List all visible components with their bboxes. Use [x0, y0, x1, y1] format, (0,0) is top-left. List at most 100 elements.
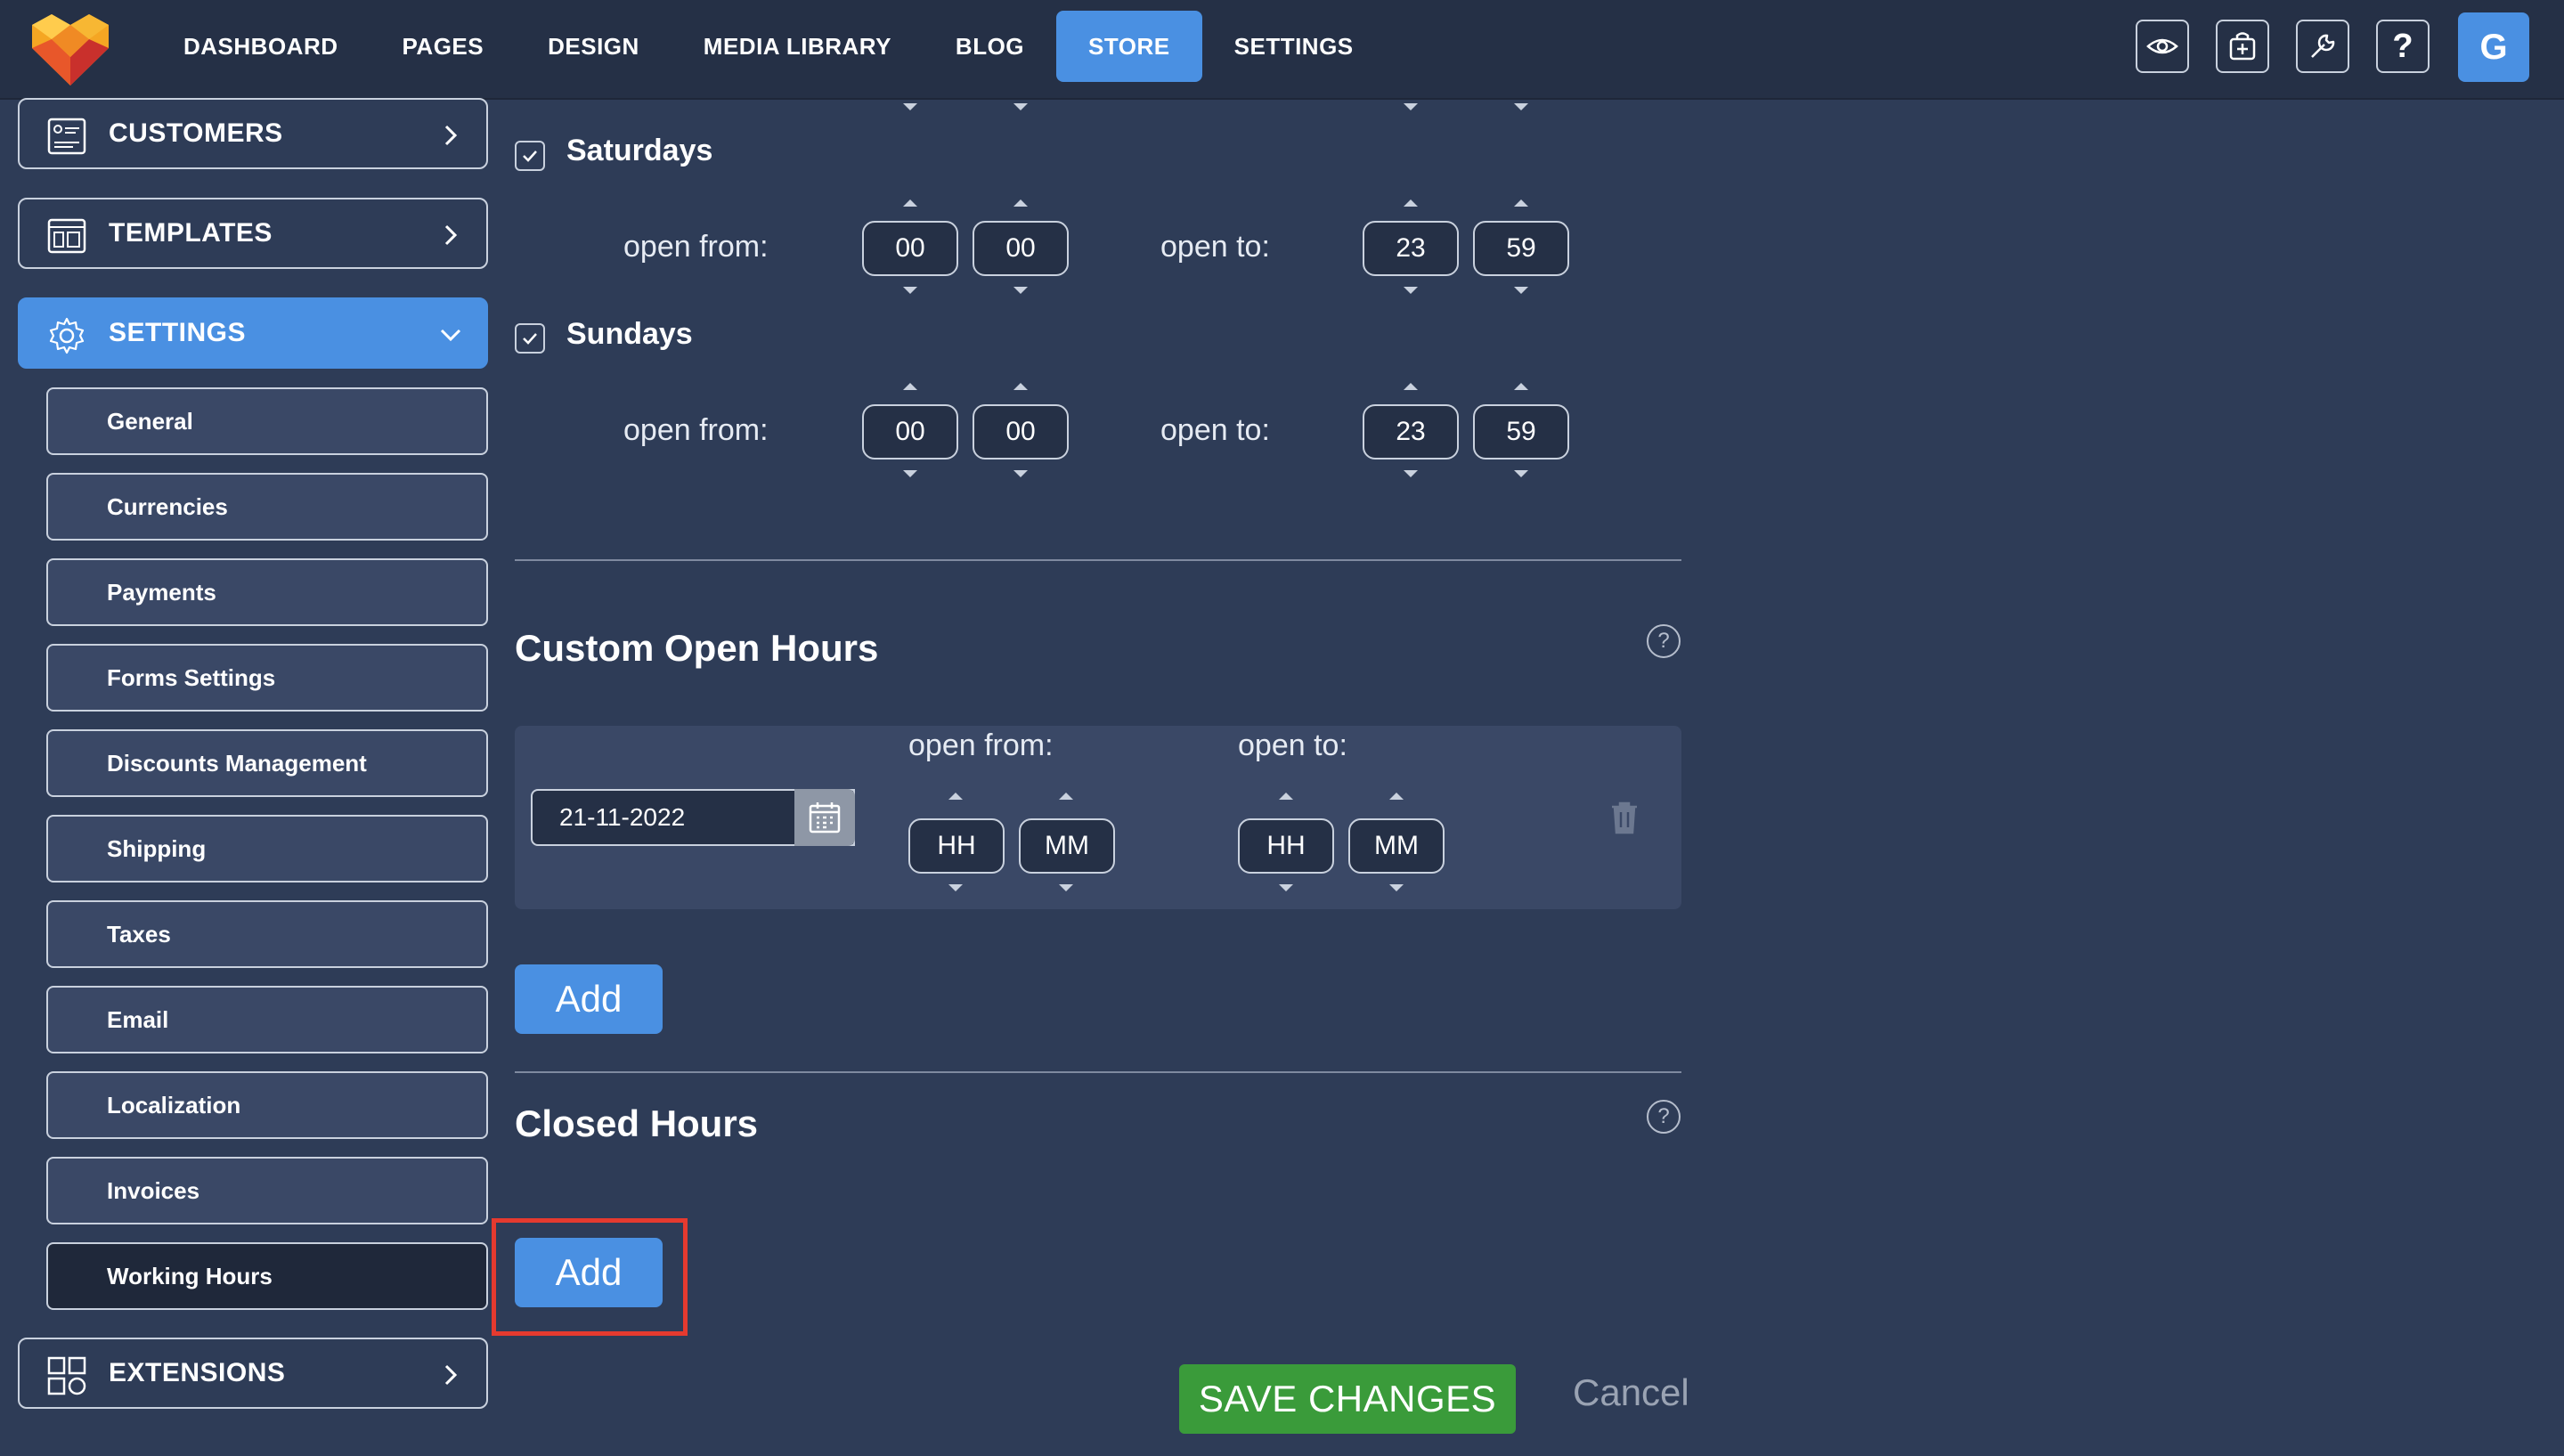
spinner-down-icon[interactable] — [1514, 287, 1528, 294]
spinner-up-icon[interactable] — [948, 793, 963, 800]
chevron-right-icon — [444, 224, 458, 246]
sidebar-sub-working-hours[interactable]: Working Hours — [46, 1242, 488, 1310]
sidebar-sub-forms-settings[interactable]: Forms Settings — [46, 644, 488, 712]
section-divider — [515, 1071, 1681, 1073]
sidebar-sub-email[interactable]: Email — [46, 986, 488, 1053]
sidebar-item-label: TEMPLATES — [109, 218, 273, 248]
store-add-button[interactable] — [2216, 20, 2269, 73]
cancel-button[interactable]: Cancel — [1573, 1371, 1689, 1414]
open-to-label: open to: — [1160, 230, 1270, 264]
sidebar-item-customers[interactable]: CUSTOMERS — [18, 98, 488, 169]
open-to-label: open to: — [1238, 728, 1347, 762]
help-button[interactable]: ? — [2376, 20, 2430, 73]
sidebar-sub-localization[interactable]: Localization — [46, 1071, 488, 1139]
sidebar-item-settings[interactable]: SETTINGS — [18, 297, 488, 369]
sidebar-sub-shipping[interactable]: Shipping — [46, 815, 488, 883]
nav-dashboard[interactable]: DASHBOARD — [151, 11, 370, 82]
spinner-up-icon[interactable] — [903, 199, 917, 207]
open-to-label: open to: — [1160, 413, 1270, 447]
spinner-down-icon[interactable] — [948, 884, 963, 891]
sundays-from-minute[interactable]: 00 — [973, 404, 1069, 460]
spinner-up-icon[interactable] — [1013, 383, 1028, 390]
sidebar-item-label: EXTENSIONS — [109, 1358, 286, 1387]
preview-button[interactable] — [2136, 20, 2189, 73]
spinner-down-icon[interactable] — [1013, 287, 1028, 294]
saturdays-from-minute[interactable]: 00 — [973, 221, 1069, 276]
gear-icon — [49, 317, 85, 354]
sundays-to-hour[interactable]: 23 — [1363, 404, 1459, 460]
spinner-up-icon[interactable] — [1514, 383, 1528, 390]
spinner-down-icon[interactable] — [1013, 103, 1028, 110]
spinner-up-icon[interactable] — [1404, 383, 1418, 390]
sidebar-sub-payments[interactable]: Payments — [46, 558, 488, 626]
avatar[interactable]: G — [2458, 12, 2529, 82]
help-icon[interactable]: ? — [1647, 624, 1681, 658]
spinner-down-icon[interactable] — [1514, 103, 1528, 110]
spinner-down-icon[interactable] — [1404, 287, 1418, 294]
spinner-down-icon[interactable] — [1404, 103, 1418, 110]
help-icon[interactable]: ? — [1647, 1100, 1681, 1134]
save-changes-button[interactable]: SAVE CHANGES — [1179, 1364, 1516, 1434]
nav-blog[interactable]: BLOG — [924, 11, 1056, 82]
sundays-checkbox[interactable] — [515, 323, 545, 354]
section-divider — [515, 559, 1681, 561]
top-bar: DASHBOARD PAGES DESIGN MEDIA LIBRARY BLO… — [0, 0, 2564, 100]
main-nav: DASHBOARD PAGES DESIGN MEDIA LIBRARY BLO… — [151, 11, 1386, 82]
nav-settings[interactable]: SETTINGS — [1202, 11, 1386, 82]
spinner-down-icon[interactable] — [1514, 470, 1528, 477]
custom-from-hour[interactable]: HH — [908, 818, 1005, 874]
spinner-up-icon[interactable] — [1013, 199, 1028, 207]
sidebar-sub-taxes[interactable]: Taxes — [46, 900, 488, 968]
spinner-up-icon[interactable] — [1404, 199, 1418, 207]
custom-to-hour[interactable]: HH — [1238, 818, 1334, 874]
spinner-down-icon[interactable] — [1059, 884, 1073, 891]
nav-pages[interactable]: PAGES — [370, 11, 517, 82]
spinner-up-icon[interactable] — [903, 383, 917, 390]
sundays-to-minute[interactable]: 59 — [1473, 404, 1569, 460]
saturdays-to-minute[interactable]: 59 — [1473, 221, 1569, 276]
spinner-down-icon[interactable] — [1013, 470, 1028, 477]
day-label-sundays: Sundays — [566, 317, 693, 351]
store-add-icon — [2229, 32, 2256, 61]
add-closed-hours-button[interactable]: Add — [515, 1238, 663, 1307]
logo-icon[interactable] — [32, 12, 109, 85]
sidebar-sub-invoices[interactable]: Invoices — [46, 1157, 488, 1224]
saturdays-checkbox[interactable] — [515, 141, 545, 171]
saturdays-from-hour[interactable]: 00 — [862, 221, 958, 276]
closed-hours-title: Closed Hours — [515, 1102, 759, 1144]
nav-media-library[interactable]: MEDIA LIBRARY — [672, 11, 924, 82]
chevron-down-icon — [440, 329, 461, 342]
spinner-down-icon[interactable] — [903, 287, 917, 294]
spinner-down-icon[interactable] — [903, 470, 917, 477]
spinner-up-icon[interactable] — [1279, 793, 1293, 800]
sidebar-item-label: SETTINGS — [109, 318, 247, 347]
saturdays-to-hour[interactable]: 23 — [1363, 221, 1459, 276]
sidebar-sub-currencies[interactable]: Currencies — [46, 473, 488, 541]
custom-from-minute[interactable]: MM — [1019, 818, 1115, 874]
sidebar-sub-discounts-management[interactable]: Discounts Management — [46, 729, 488, 797]
spinner-up-icon[interactable] — [1059, 793, 1073, 800]
nav-store[interactable]: STORE — [1056, 11, 1202, 82]
check-icon — [523, 333, 537, 345]
tools-button[interactable] — [2296, 20, 2349, 73]
add-custom-hours-button[interactable]: Add — [515, 964, 663, 1034]
customers-icon — [47, 118, 86, 155]
nav-design[interactable]: DESIGN — [516, 11, 672, 82]
sidebar-item-templates[interactable]: TEMPLATES — [18, 198, 488, 269]
spinner-up-icon[interactable] — [1389, 793, 1404, 800]
chevron-right-icon — [444, 1364, 458, 1386]
sidebar-item-extensions[interactable]: EXTENSIONS — [18, 1338, 488, 1409]
custom-to-minute[interactable]: MM — [1348, 818, 1445, 874]
spinner-down-icon[interactable] — [1279, 884, 1293, 891]
calendar-button[interactable] — [794, 789, 855, 846]
spinner-down-icon[interactable] — [1404, 470, 1418, 477]
sundays-from-hour[interactable]: 00 — [862, 404, 958, 460]
open-from-label: open from: — [908, 728, 1054, 762]
custom-open-hours-title: Custom Open Hours — [515, 627, 879, 669]
trash-icon[interactable] — [1608, 800, 1640, 835]
spinner-down-icon[interactable] — [903, 103, 917, 110]
spinner-down-icon[interactable] — [1389, 884, 1404, 891]
templates-icon — [47, 218, 86, 254]
sidebar-sub-general[interactable]: General — [46, 387, 488, 455]
spinner-up-icon[interactable] — [1514, 199, 1528, 207]
